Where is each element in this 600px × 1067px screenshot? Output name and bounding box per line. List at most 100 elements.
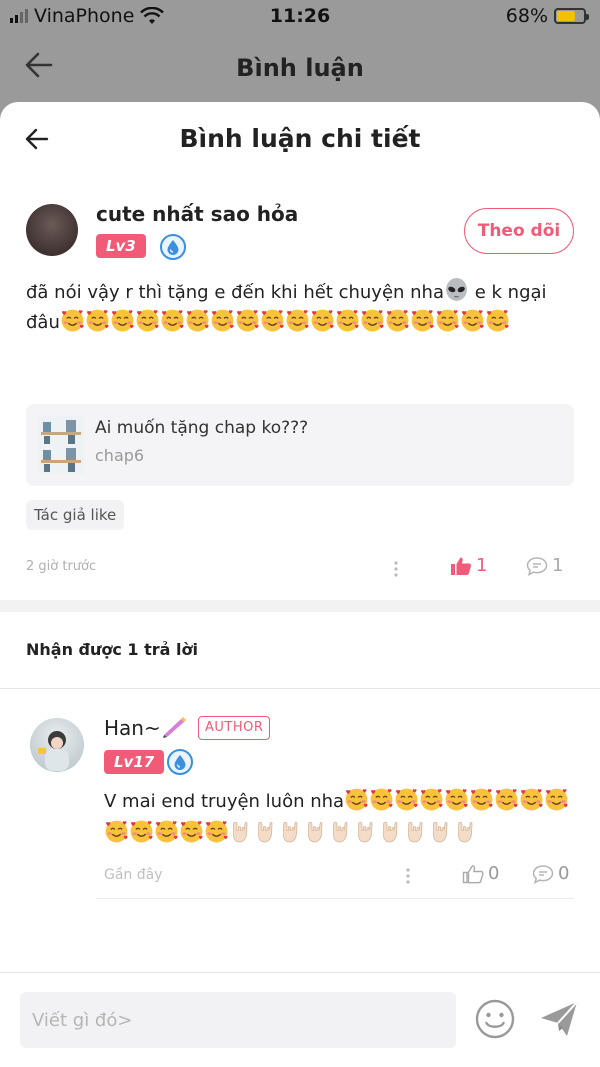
author-badge: AUTHOR <box>198 716 271 740</box>
replies-header: Nhận được 1 trả lời <box>26 640 198 659</box>
level-badge: Lv3 <box>96 234 146 258</box>
follow-button[interactable]: Theo dõi <box>464 208 574 254</box>
reply-author-text: Han~ <box>104 716 161 740</box>
comment-bubble-icon <box>532 864 554 884</box>
reply-text: V mai end truyện luôn nha <box>104 791 345 812</box>
comment-text-line1: đã nói vậy r thì tặng e đến khi hết chuy… <box>26 282 444 303</box>
reply-timestamp: Gần đây <box>104 867 163 883</box>
divider <box>96 898 574 899</box>
reply-author-name[interactable]: Han~ <box>104 716 187 740</box>
level-badge: Lv17 <box>104 750 165 774</box>
divider <box>0 688 600 689</box>
smiling-face-with-hearts-emoji <box>154 819 179 844</box>
reply-comment-count: 0 <box>558 863 570 884</box>
smiling-face-with-hearts-emoji <box>129 819 154 844</box>
smiling-face-with-hearts-emoji <box>410 308 435 333</box>
smiling-face-with-hearts-emoji <box>469 787 494 812</box>
smiling-face-with-hearts-emoji <box>344 787 369 812</box>
water-drop-icon <box>167 749 193 775</box>
like-button[interactable]: 1 <box>450 555 487 576</box>
smiling-face-with-hearts-emoji <box>310 308 335 333</box>
rock-on-hand-emoji <box>429 819 454 844</box>
smiling-face-with-hearts-emoji <box>160 308 185 333</box>
battery-percent: 68% <box>505 5 548 27</box>
reply-like-count: 0 <box>488 863 500 884</box>
reply-comment-button[interactable]: 0 <box>532 863 569 884</box>
comment-detail-sheet: Bình luận chi tiết cute nhất sao hỏa Lv3… <box>0 102 600 1067</box>
smiling-face-with-hearts-emoji <box>85 308 110 333</box>
smiling-face-with-hearts-emoji <box>419 787 444 812</box>
smiling-face-with-hearts-emoji <box>435 308 460 333</box>
smiling-face-with-hearts-emoji <box>394 787 419 812</box>
smiling-face-with-hearts-emoji <box>285 308 310 333</box>
smiling-face-with-hearts-emoji <box>179 819 204 844</box>
smiling-face-with-hearts-emoji <box>444 787 469 812</box>
battery-group: 68% <box>505 5 589 27</box>
smiling-face-with-hearts-emoji <box>235 308 260 333</box>
comment-input[interactable] <box>20 992 456 1048</box>
status-bar: VinaPhone 11:26 68% <box>0 0 600 34</box>
comment-text-line1-tail: e k ngại <box>469 282 547 303</box>
rock-on-hand-emoji <box>229 819 254 844</box>
reply-like-button[interactable]: 0 <box>462 863 499 884</box>
divider <box>0 972 600 973</box>
smiling-face-with-hearts-emoji <box>104 819 129 844</box>
author-liked-tag: Tác giả like <box>26 500 125 530</box>
send-icon[interactable] <box>538 998 580 1040</box>
smiling-face-with-hearts-emoji <box>60 308 85 333</box>
rock-on-hand-emoji <box>279 819 304 844</box>
water-drop-icon <box>160 234 186 260</box>
comment-text-line2: đâu <box>26 312 60 333</box>
rock-on-hand-emoji <box>304 819 329 844</box>
smiling-face-with-hearts-emoji <box>460 308 485 333</box>
smiling-face-with-hearts-emoji <box>185 308 210 333</box>
smiling-face-with-hearts-emoji <box>210 308 235 333</box>
chapter-thumbnail <box>38 416 84 474</box>
comment-timestamp: 2 giờ trước <box>26 559 97 574</box>
smiling-face-with-hearts-emoji <box>260 308 285 333</box>
smiling-face-with-hearts-emoji <box>360 308 385 333</box>
rock-on-hand-emoji <box>379 819 404 844</box>
rock-on-hand-emoji <box>254 819 279 844</box>
more-options-icon[interactable] <box>405 867 411 885</box>
comment-bubble-icon <box>526 556 548 576</box>
comment-author-name[interactable]: cute nhất sao hỏa <box>96 202 298 226</box>
smiley-icon[interactable] <box>474 998 516 1040</box>
section-separator <box>0 600 600 612</box>
pen-emoji <box>161 716 187 738</box>
smiling-face-with-hearts-emoji <box>485 308 510 333</box>
comment-body: đã nói vậy r thì tặng e đến khi hết chuy… <box>26 278 574 338</box>
heart-emoji-row <box>60 309 510 333</box>
smiling-face-with-hearts-emoji <box>204 819 229 844</box>
smiling-face-with-hearts-emoji <box>494 787 519 812</box>
avatar[interactable] <box>26 204 78 256</box>
alien-emoji <box>444 278 469 303</box>
reply-count-button[interactable]: 1 <box>526 555 563 576</box>
rock-on-hand-emoji <box>354 819 379 844</box>
rock-on-hand-emoji <box>329 819 354 844</box>
smiling-face-with-hearts-emoji <box>135 308 160 333</box>
outer-header: Bình luận <box>0 34 600 100</box>
sheet-header: Bình luận chi tiết <box>0 102 600 176</box>
more-options-icon[interactable] <box>393 560 399 578</box>
like-count: 1 <box>476 555 488 576</box>
smiling-face-with-hearts-emoji <box>369 787 394 812</box>
smiling-face-with-hearts-emoji <box>335 308 360 333</box>
outer-title: Bình luận <box>236 54 364 82</box>
reply-count: 1 <box>552 555 564 576</box>
battery-icon <box>554 8 589 24</box>
referenced-chapter-card[interactable]: Ai muốn tặng chap ko??? chap6 <box>26 404 574 486</box>
thumbs-up-icon <box>462 864 484 883</box>
smiling-face-with-hearts-emoji <box>385 308 410 333</box>
smiling-face-with-hearts-emoji <box>519 787 544 812</box>
thumbs-up-icon <box>451 557 472 575</box>
rock-on-hand-emoji <box>454 819 479 844</box>
smiling-face-with-hearts-emoji <box>544 787 569 812</box>
reply-body: V mai end truyện luôn nha <box>104 786 574 850</box>
smiling-face-with-hearts-emoji <box>110 308 135 333</box>
chapter-card-title: Ai muốn tặng chap ko??? <box>95 418 309 438</box>
avatar[interactable] <box>30 718 84 772</box>
rock-on-hand-emoji <box>404 819 429 844</box>
chapter-card-subtitle: chap6 <box>95 446 145 465</box>
page-title: Bình luận chi tiết <box>179 124 421 153</box>
